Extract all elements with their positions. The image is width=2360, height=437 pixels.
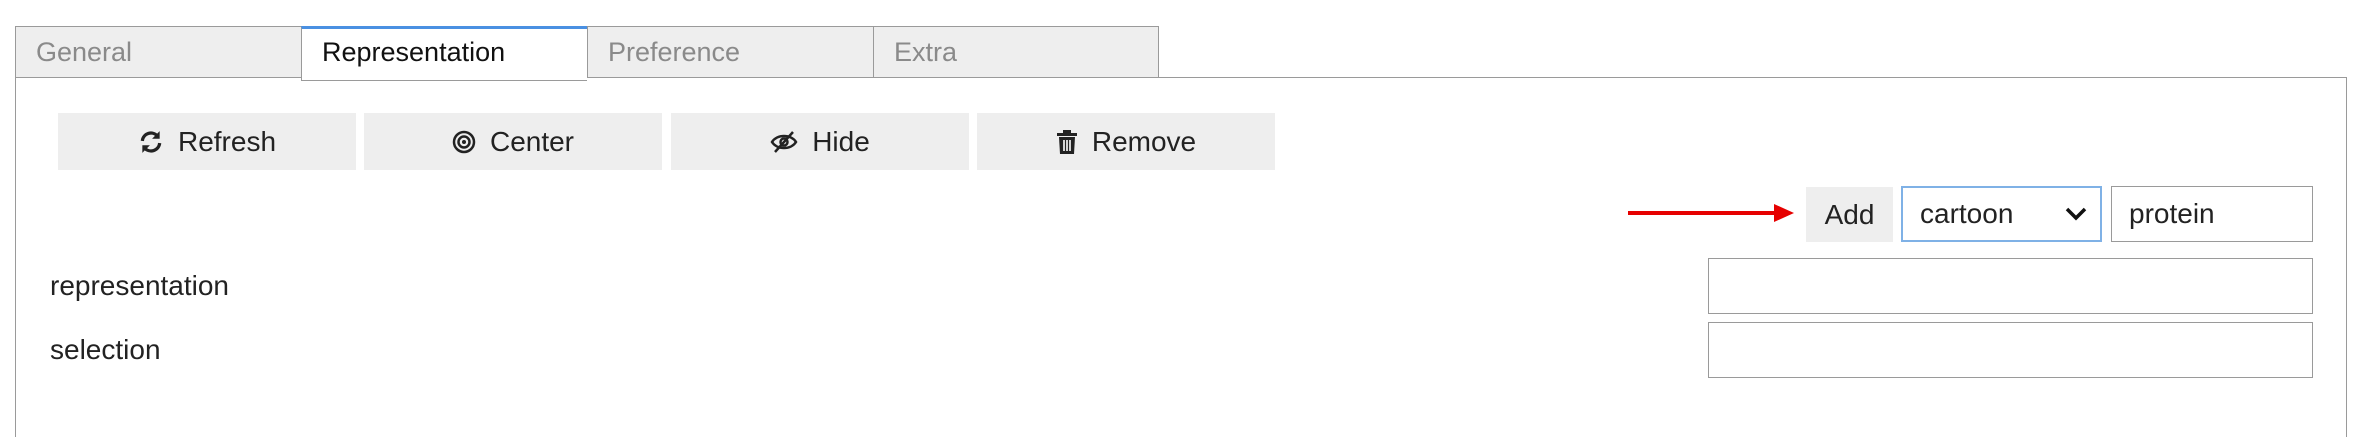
selection-label: selection	[50, 334, 161, 365]
tab-general[interactable]: General	[15, 26, 301, 78]
selection-input[interactable]: protein	[2111, 186, 2313, 242]
representation-label: representation	[50, 270, 230, 301]
annotation-arrow	[1628, 204, 1794, 222]
trash-icon	[1056, 129, 1077, 154]
refresh-icon	[140, 130, 162, 153]
selection-field[interactable]	[1708, 322, 2313, 378]
remove-label: Remove	[1091, 125, 1197, 157]
center-icon	[452, 130, 476, 153]
chevron-down-icon	[2065, 207, 2087, 221]
add-button[interactable]: Add	[1806, 187, 1893, 242]
tab-extra[interactable]: Extra	[873, 26, 1159, 78]
tab-representation[interactable]: Representation	[301, 26, 587, 81]
refresh-button[interactable]: Refresh	[58, 113, 356, 170]
remove-button[interactable]: Remove	[977, 113, 1275, 170]
representation-type-select[interactable]: cartoon	[1901, 186, 2102, 242]
hide-button[interactable]: Hide	[671, 113, 969, 170]
hide-label: Hide	[812, 125, 870, 157]
refresh-label: Refresh	[177, 125, 277, 157]
center-label: Center	[489, 125, 575, 157]
hide-icon	[770, 130, 798, 153]
selection-input-value: protein	[2129, 198, 2215, 229]
representation-field[interactable]	[1708, 258, 2313, 314]
center-button[interactable]: Center	[364, 113, 662, 170]
tab-preference[interactable]: Preference	[587, 26, 873, 78]
select-value: cartoon	[1920, 198, 2014, 229]
tab-bar: General Representation Preference Extra	[15, 26, 1159, 81]
